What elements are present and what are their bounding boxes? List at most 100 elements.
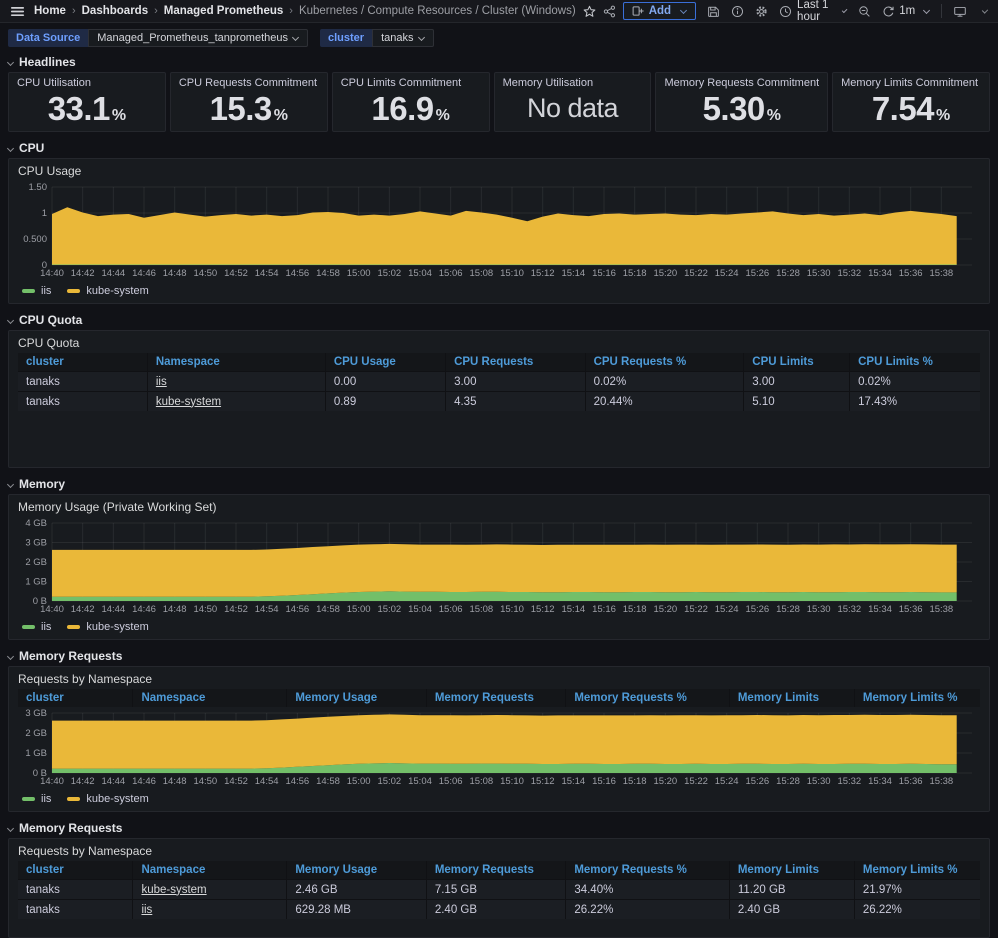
- x-tick-label: 15:14: [561, 604, 585, 615]
- nav-controls: Add Last 1 hour 1m: [622, 0, 989, 23]
- row-header-cpu-quota[interactable]: CPU Quota: [6, 310, 990, 330]
- table-cell: tanaks: [18, 900, 134, 919]
- zoom-out-icon[interactable]: [858, 5, 871, 18]
- table-cell: kube-system: [133, 880, 288, 899]
- column-header[interactable]: Memory Requests %: [566, 689, 730, 707]
- star-icon[interactable]: [583, 5, 596, 18]
- column-header[interactable]: CPU Requests %: [586, 353, 745, 371]
- table-row: tanaks kube-system 2.46 GB 7.15 GB 34.40% 11.…: [18, 879, 980, 899]
- column-header[interactable]: cluster: [18, 861, 134, 879]
- chart-legend: iis kube-system: [18, 616, 980, 634]
- column-header[interactable]: Namespace: [133, 861, 288, 879]
- gear-icon[interactable]: [755, 5, 768, 18]
- column-header[interactable]: Memory Requests: [427, 689, 567, 707]
- column-header[interactable]: CPU Limits %: [850, 353, 980, 371]
- column-header[interactable]: Namespace: [133, 689, 288, 707]
- row-header-memory-requests-2[interactable]: Memory Requests: [6, 818, 990, 838]
- stat-unit: %: [273, 107, 289, 124]
- cpu-usage-panel: CPU Usage 14:40 14:42 14:44 14:46 14:48 14:50…: [8, 158, 990, 304]
- column-header[interactable]: Memory Usage: [287, 861, 427, 879]
- table-cell: 0.02%: [858, 375, 891, 388]
- x-tick-label: 15:02: [377, 776, 401, 787]
- dashboard-body: Headlines CPU Utilisation 33.1% CPU Reques…: [0, 52, 998, 938]
- x-tick-label: 15:14: [561, 776, 585, 787]
- collapse-icon: [6, 480, 15, 488]
- legend-item-iis[interactable]: iis: [22, 285, 51, 297]
- x-tick-label: 15:32: [837, 268, 861, 279]
- legend-label: iis: [41, 620, 52, 633]
- stat-panel: CPU Utilisation 33.1%: [8, 72, 166, 132]
- row-header-memory-requests[interactable]: Memory Requests: [6, 646, 990, 666]
- x-tick-label: 15:22: [684, 604, 708, 615]
- column-header[interactable]: Memory Limits: [730, 861, 855, 879]
- column-header[interactable]: Memory Requests: [427, 861, 567, 879]
- column-header[interactable]: cluster: [18, 353, 148, 371]
- y-tick-label: 1 GB: [25, 577, 47, 588]
- share-icon[interactable]: [603, 5, 616, 18]
- table-cell: 3.00: [446, 372, 586, 391]
- breadcrumb: Home › Dashboards › Managed Prometheus › Kuber…: [34, 5, 576, 17]
- row-title: CPU Quota: [19, 313, 83, 327]
- save-icon[interactable]: [707, 5, 720, 18]
- monitor-icon[interactable]: [953, 5, 967, 18]
- breadcrumb-item[interactable]: Dashboards: [82, 5, 148, 17]
- column-header[interactable]: Memory Usage: [287, 689, 427, 707]
- legend-item-kube-system[interactable]: kube-system: [67, 621, 149, 633]
- memory-usage-chart[interactable]: 14:40 14:42 14:44 14:46 14:48 14:50 14:52 14:54…: [18, 517, 980, 616]
- row-header-cpu[interactable]: CPU: [6, 138, 990, 158]
- column-header[interactable]: CPU Requests: [446, 353, 586, 371]
- x-tick-label: 15:06: [439, 268, 463, 279]
- memory-requests-chart[interactable]: 14:40 14:42 14:44 14:46 14:48 14:50 14:52 14:54…: [18, 707, 980, 788]
- cluster-label: cluster: [320, 29, 373, 47]
- legend-item-iis[interactable]: iis: [22, 793, 51, 805]
- cpu-usage-chart[interactable]: 14:40 14:42 14:44 14:46 14:48 14:50 14:52 14:54…: [18, 181, 980, 280]
- column-header[interactable]: CPU Usage: [326, 353, 447, 371]
- refresh-picker[interactable]: 1m: [882, 5, 931, 18]
- row-header-headlines[interactable]: Headlines: [6, 52, 990, 72]
- stat-title: CPU Requests Commitment: [178, 77, 318, 89]
- breadcrumb-item[interactable]: Managed Prometheus: [164, 5, 284, 17]
- x-tick-label: 14:54: [255, 268, 279, 279]
- column-header[interactable]: CPU Limits: [744, 353, 851, 371]
- series-area-kube-system: [52, 543, 957, 597]
- x-tick-label: 15:26: [745, 604, 769, 615]
- column-header[interactable]: Memory Limits %: [855, 861, 980, 879]
- table-cell: tanaks: [18, 880, 134, 899]
- column-header[interactable]: cluster: [18, 689, 134, 707]
- chevron-down-icon: [417, 33, 425, 41]
- datasource-select[interactable]: Managed_Prometheus_tanprometheus: [88, 29, 308, 47]
- column-header[interactable]: Memory Limits: [730, 689, 855, 707]
- legend-swatch: [22, 288, 35, 293]
- add-button[interactable]: Add: [622, 2, 697, 20]
- menu-icon[interactable]: [8, 2, 27, 21]
- table-row: tanaks kube-system 0.89 4.35 20.44% 5.10 17.43…: [18, 391, 980, 411]
- x-tick-label: 14:46: [132, 268, 156, 279]
- column-header[interactable]: Memory Requests %: [566, 861, 730, 879]
- row-header-memory[interactable]: Memory: [6, 474, 990, 494]
- memory-requests-table-panel: Requests by Namespace cluster Namespace Me…: [8, 838, 990, 938]
- x-tick-label: 15:14: [561, 268, 585, 279]
- namespace-link[interactable]: iis: [141, 904, 152, 916]
- chart-legend: iis kube-system: [18, 280, 980, 298]
- table-cell: 17.43%: [858, 395, 898, 408]
- table-cell: 34.40%: [566, 880, 730, 899]
- x-tick-label: 15:32: [837, 604, 861, 615]
- y-tick-label: 0: [42, 260, 47, 271]
- cluster-select[interactable]: tanaks: [372, 29, 434, 47]
- namespace-link[interactable]: kube-system: [156, 396, 221, 408]
- namespace-link[interactable]: kube-system: [141, 884, 206, 896]
- legend-item-kube-system[interactable]: kube-system: [67, 285, 149, 297]
- namespace-link[interactable]: iis: [156, 376, 167, 388]
- column-header[interactable]: Memory Limits %: [855, 689, 980, 707]
- legend-item-kube-system[interactable]: kube-system: [67, 793, 149, 805]
- table-cell: 20.44%: [586, 392, 745, 411]
- column-header[interactable]: Namespace: [148, 353, 326, 371]
- legend-item-iis[interactable]: iis: [22, 621, 51, 633]
- time-range-picker[interactable]: Last 1 hour: [779, 0, 848, 23]
- breadcrumb-item[interactable]: Home: [34, 5, 66, 17]
- table-cell: 0.02%: [586, 372, 745, 391]
- x-tick-label: 15:28: [776, 604, 800, 615]
- chevron-down-icon[interactable]: [981, 6, 989, 14]
- table-cell: iis: [148, 372, 326, 391]
- info-icon[interactable]: [731, 5, 744, 18]
